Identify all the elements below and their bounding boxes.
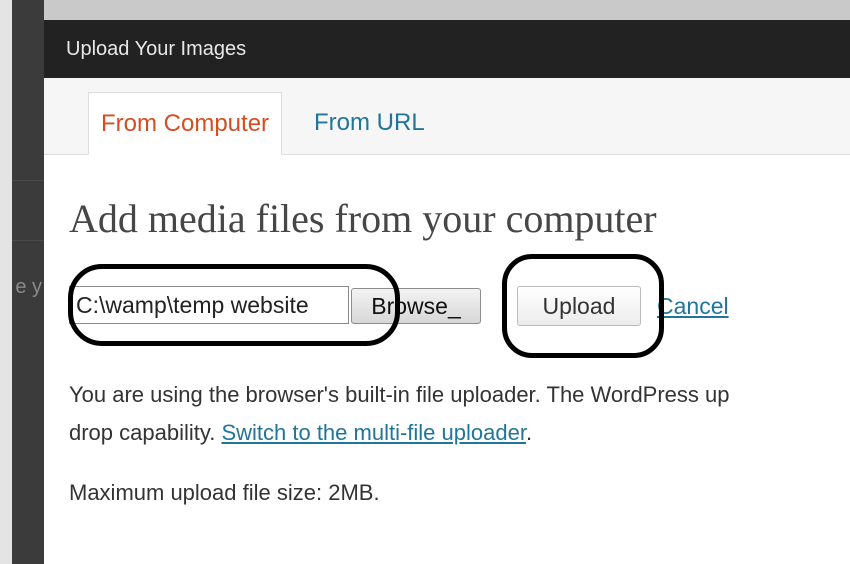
info-line-2-end: . (525, 420, 533, 445)
file-path-input[interactable]: C:\wamp\temp website (69, 286, 349, 324)
browse-button[interactable]: Browse_ (351, 288, 481, 324)
max-upload-size: Maximum upload file size: 2MB. (69, 480, 380, 505)
upload-modal: Upload Your Images From Computer From UR… (44, 20, 850, 564)
uploader-info: You are using the browser's built-in fil… (69, 376, 850, 452)
info-line-1: You are using the browser's built-in fil… (69, 382, 730, 407)
cancel-link[interactable]: Cancel (657, 286, 729, 326)
upload-controls: C:\wamp\temp website Browse_ Upload Canc… (69, 286, 849, 326)
tab-bar: From Computer From URL (44, 78, 850, 155)
info-line-2: drop capability. Switch to the multi-fil… (69, 414, 850, 452)
tab-from-computer[interactable]: From Computer (88, 92, 283, 155)
tab-from-url[interactable]: From URL (302, 92, 437, 154)
background-divider (12, 240, 44, 241)
background-divider (12, 180, 44, 181)
background-top-band (0, 0, 850, 20)
upload-button[interactable]: Upload (517, 286, 641, 326)
switch-uploader-link[interactable]: Switch to the multi-file uploader (221, 420, 526, 445)
modal-title: Upload Your Images (44, 20, 850, 78)
info-line-2-text: drop capability. (69, 420, 222, 445)
page-title: Add media files from your computer (69, 196, 657, 241)
background-peek-text: e y (15, 276, 42, 298)
